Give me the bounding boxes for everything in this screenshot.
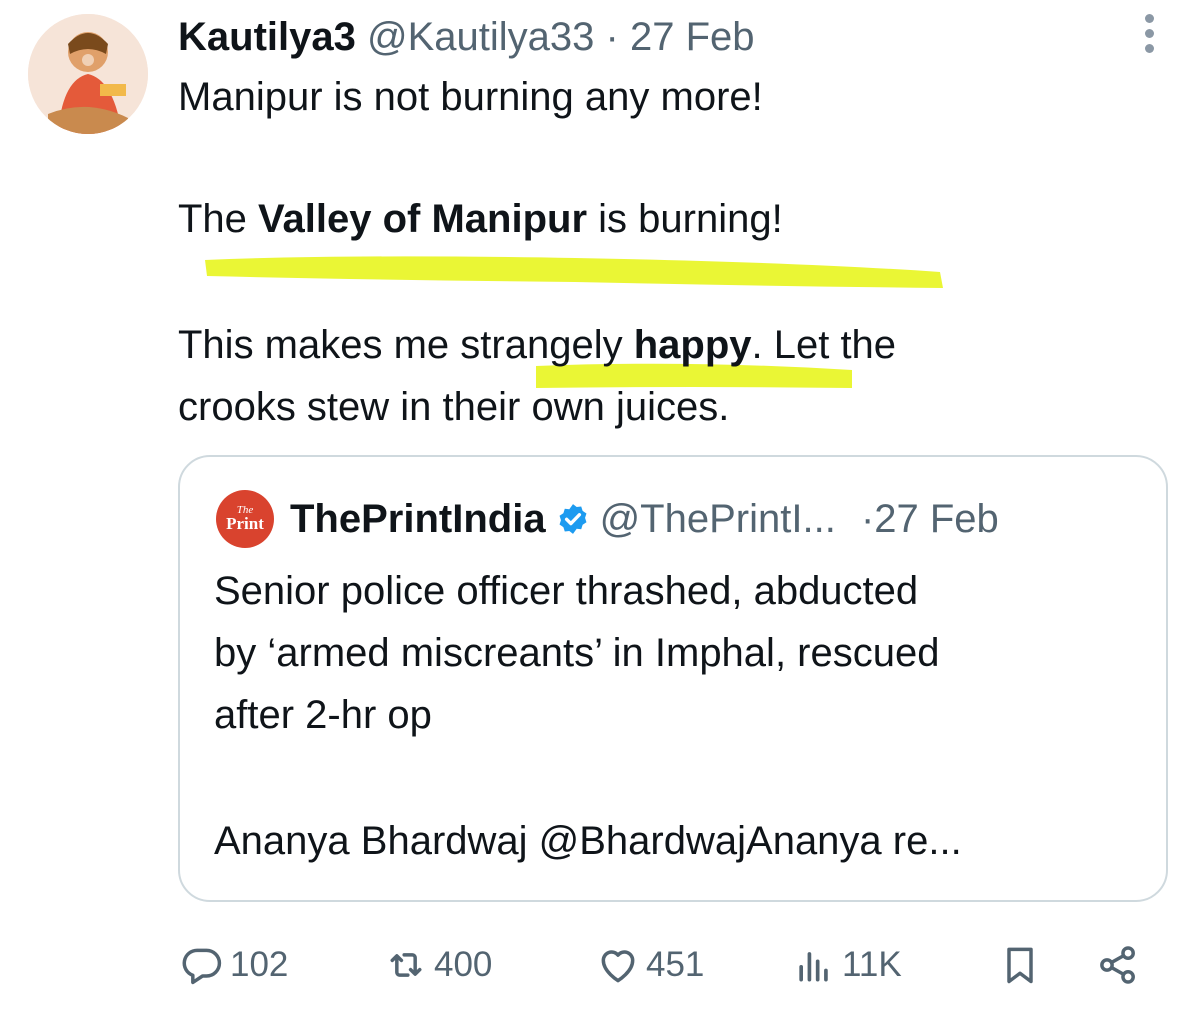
quoted-text-line: after 2-hr op <box>214 693 432 737</box>
avatar-image <box>28 14 148 134</box>
repost-button[interactable]: 400 <box>384 940 492 990</box>
more-vertical-icon <box>1134 14 1164 53</box>
verified-badge-icon <box>559 504 587 534</box>
quoted-byline: Ananya Bhardwaj @BhardwajAnanya re... <box>214 819 962 863</box>
quoted-display-name: ThePrintIndia <box>290 497 546 541</box>
text-segment: The <box>178 197 259 241</box>
highlight-stroke-valley <box>205 256 943 288</box>
logo-text-bottom: Print <box>226 514 264 533</box>
tweet-text-line: The Valley of Manipur is burning! <box>178 192 783 246</box>
reply-button[interactable]: 102 <box>180 940 288 990</box>
share-icon <box>1100 946 1135 984</box>
text-segment: This makes me strangely <box>178 323 634 367</box>
reply-count: 102 <box>230 945 289 984</box>
text-segment: . Let the <box>751 323 897 367</box>
quoted-tweet-date: 27 Feb <box>874 497 999 541</box>
avatar[interactable] <box>28 14 148 134</box>
like-count: 451 <box>646 945 705 984</box>
reply-icon <box>182 948 222 985</box>
tweet-text-line: Manipur is not burning any more! <box>178 75 763 119</box>
bold-text: happy <box>633 323 752 367</box>
user-handle[interactable]: @Kautilya33 <box>367 15 594 59</box>
tweet-text-line: crooks stew in their own juices. <box>178 385 730 429</box>
tweet-date[interactable]: 27 Feb <box>630 15 755 59</box>
text-segment: is burning! <box>587 197 783 241</box>
views-count: 11K <box>842 945 902 984</box>
bookmark-button[interactable] <box>998 940 1048 990</box>
separator-dot: · <box>605 15 619 59</box>
tweet-header: Kautilya3 @Kautilya33 · 27 Feb <box>178 10 755 64</box>
bookmark-icon <box>1007 947 1033 984</box>
bold-text: Valley of Manipur <box>258 197 588 241</box>
like-button[interactable]: 451 <box>596 940 704 990</box>
logo-text-top: The <box>236 504 254 516</box>
display-name[interactable]: Kautilya3 <box>178 15 356 59</box>
repost-icon <box>390 953 422 977</box>
repost-count: 400 <box>434 945 493 984</box>
quoted-text-line: by ‘armed miscreants’ in Imphal, rescued <box>214 631 940 675</box>
heart-icon <box>601 950 635 983</box>
theprint-logo: The Print <box>216 490 274 548</box>
quoted-user-handle: @ThePrintI... <box>599 497 836 541</box>
tweet-text-line: This makes me strangely happy. Let the <box>178 318 896 372</box>
share-button[interactable] <box>1096 940 1146 990</box>
quoted-text-line: Senior police officer thrashed, abducted <box>214 569 919 613</box>
more-options-button[interactable] <box>1134 14 1164 64</box>
separator-dot: · <box>860 497 875 541</box>
views-button[interactable]: 11K <box>792 940 902 990</box>
quoted-tweet-header: ThePrintIndia @ThePrintI... ·27 Feb <box>290 492 999 546</box>
views-bar-icon <box>799 952 828 982</box>
